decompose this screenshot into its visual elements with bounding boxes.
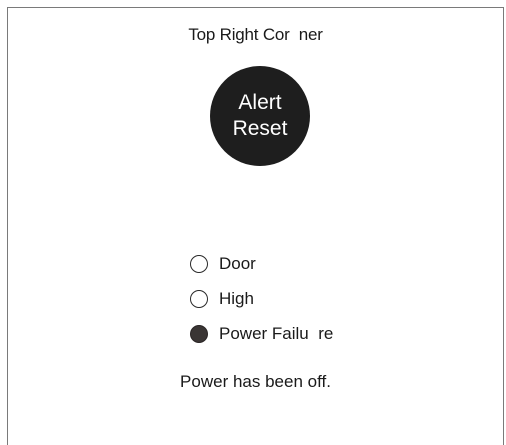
status-item-power-failure: Power Failu re xyxy=(190,316,450,351)
status-indicator-list: Door High Power Failu re xyxy=(190,246,450,351)
door-indicator-light xyxy=(190,254,208,273)
status-item-door: Door xyxy=(190,246,450,281)
alert-panel: Top Right Cor ner Alert Reset Door High … xyxy=(7,7,504,445)
high-label: High xyxy=(219,288,254,308)
alert-reset-label-line2: Reset xyxy=(232,117,288,140)
power-failure-label: Power Failu re xyxy=(219,323,334,343)
power-failure-indicator-light xyxy=(190,324,208,343)
status-item-high: High xyxy=(190,281,450,316)
status-message: Power has been off. xyxy=(180,372,331,391)
alert-reset-label-line1: Alert xyxy=(238,91,282,114)
alert-reset-button[interactable]: Alert Reset xyxy=(210,66,310,166)
high-indicator-light xyxy=(190,289,208,308)
door-label: Door xyxy=(219,253,256,273)
corner-label: Top Right Cor ner xyxy=(188,25,323,44)
